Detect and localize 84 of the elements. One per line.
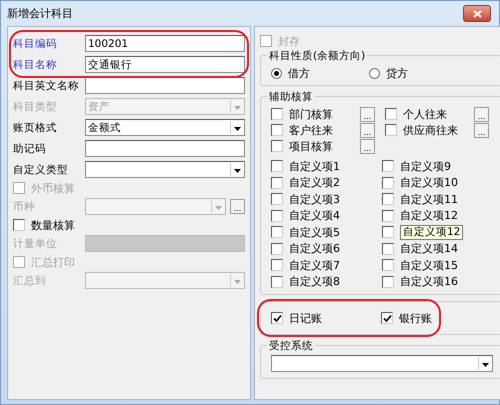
checkbox-label: 数量核算 [31, 218, 75, 232]
input-field[interactable]: 交通银行 [85, 56, 245, 73]
checkbox[interactable] [271, 193, 283, 206]
checkbox[interactable] [382, 276, 394, 288]
checkbox[interactable] [271, 140, 283, 152]
dropdown[interactable] [271, 355, 493, 372]
checkbox-label: 自定义项15 [400, 258, 458, 273]
checkbox-label: 客户往来 [289, 122, 333, 138]
field-label: 汇总到 [13, 274, 47, 288]
browse-button[interactable]: ... [360, 106, 375, 122]
checkbox-label: 外币核算 [31, 180, 75, 196]
field-label: 助记码 [13, 142, 47, 156]
checkbox-label: 个人往来 [403, 106, 447, 122]
checkbox[interactable] [382, 176, 394, 189]
checkbox-label: 自定义项12 [400, 208, 458, 224]
checkbox[interactable] [382, 242, 394, 255]
checkbox-label: 部门核算 [289, 106, 333, 122]
checkbox[interactable] [385, 108, 397, 120]
browse-button[interactable]: ... [360, 138, 375, 154]
close-button[interactable] [463, 5, 491, 22]
checkbox-label: 自定义项2 [289, 175, 340, 190]
checkbox-label: 自定义项4 [289, 208, 340, 224]
field-label: 科目类型 [13, 100, 58, 114]
group-title: 受控系统 [267, 339, 315, 353]
window-title: 新增会计科目 [7, 6, 73, 21]
checkbox[interactable] [382, 160, 394, 172]
checkbox[interactable] [271, 226, 283, 238]
checkbox[interactable] [271, 276, 283, 288]
checkbox-label: 自定义项9 [400, 158, 451, 174]
dropdown[interactable]: 金额式 [85, 119, 245, 136]
checkbox[interactable] [13, 219, 25, 231]
checkbox-label: 供应商往来 [403, 122, 458, 138]
checkbox[interactable] [271, 312, 283, 324]
browse-button[interactable]: ... [360, 122, 375, 138]
close-icon [472, 10, 482, 18]
checkbox[interactable] [271, 259, 283, 272]
checkbox-label: 自定义项14 [400, 241, 458, 256]
checkbox-label: 汇总打印 [31, 254, 75, 270]
checkbox[interactable] [271, 242, 283, 255]
input-field[interactable] [85, 77, 245, 94]
checkbox-label: 自定义项10 [400, 175, 458, 190]
browse-button[interactable]: ... [474, 106, 489, 122]
tooltip: 自定义项12 [400, 224, 464, 240]
radio-label: 借方 [288, 66, 310, 80]
checkbox[interactable] [382, 193, 394, 206]
dropdown: 资产 [85, 98, 245, 115]
checkbox-label: 自定义项7 [289, 258, 340, 273]
field-label: 科目名称 [13, 58, 58, 72]
group-title: 科目性质(余额方向) [267, 49, 368, 63]
checkbox[interactable] [271, 210, 283, 222]
checkbox-label: 封存 [278, 34, 300, 48]
radio-label: 贷方 [386, 66, 408, 80]
checkbox-label: 银行账 [399, 310, 432, 326]
checkbox[interactable] [382, 210, 394, 222]
field-label: 自定义类型 [13, 162, 69, 176]
checkbox-label: 项目核算 [289, 138, 333, 154]
checkbox[interactable] [271, 176, 283, 189]
checkbox-label: 自定义项5 [289, 224, 340, 240]
field-label: 科目编码 [13, 36, 58, 50]
input-field[interactable] [85, 140, 245, 157]
dropdown[interactable] [85, 161, 245, 178]
input-field[interactable]: 100201 [85, 35, 245, 52]
checkbox-label: 自定义项8 [289, 274, 340, 290]
checkbox-label: 自定义项6 [289, 241, 340, 256]
field-label: 账页格式 [13, 120, 58, 134]
browse-button[interactable]: ... [474, 122, 489, 138]
group-title: 辅助核算 [267, 90, 315, 104]
checkbox-label: 自定义项11 [400, 192, 458, 207]
checkbox-label: 自定义项16 [400, 274, 458, 290]
checkbox[interactable] [381, 312, 393, 324]
field-label: 科目英文名称 [13, 78, 80, 92]
checkbox-label: 自定义项1 [289, 158, 340, 174]
checkbox[interactable] [382, 259, 394, 272]
field-label: 币种 [13, 200, 36, 214]
checkbox[interactable] [271, 124, 283, 136]
checkbox[interactable] [271, 108, 283, 120]
checkbox-label: 日记账 [289, 310, 322, 326]
radio-button[interactable] [369, 68, 380, 78]
checkbox-label: 自定义项3 [289, 192, 340, 207]
checkbox[interactable] [271, 160, 283, 172]
checkbox[interactable] [382, 226, 394, 238]
field-label: 计量单位 [13, 236, 58, 250]
radio-button[interactable] [271, 68, 282, 78]
checkbox[interactable] [385, 124, 397, 136]
